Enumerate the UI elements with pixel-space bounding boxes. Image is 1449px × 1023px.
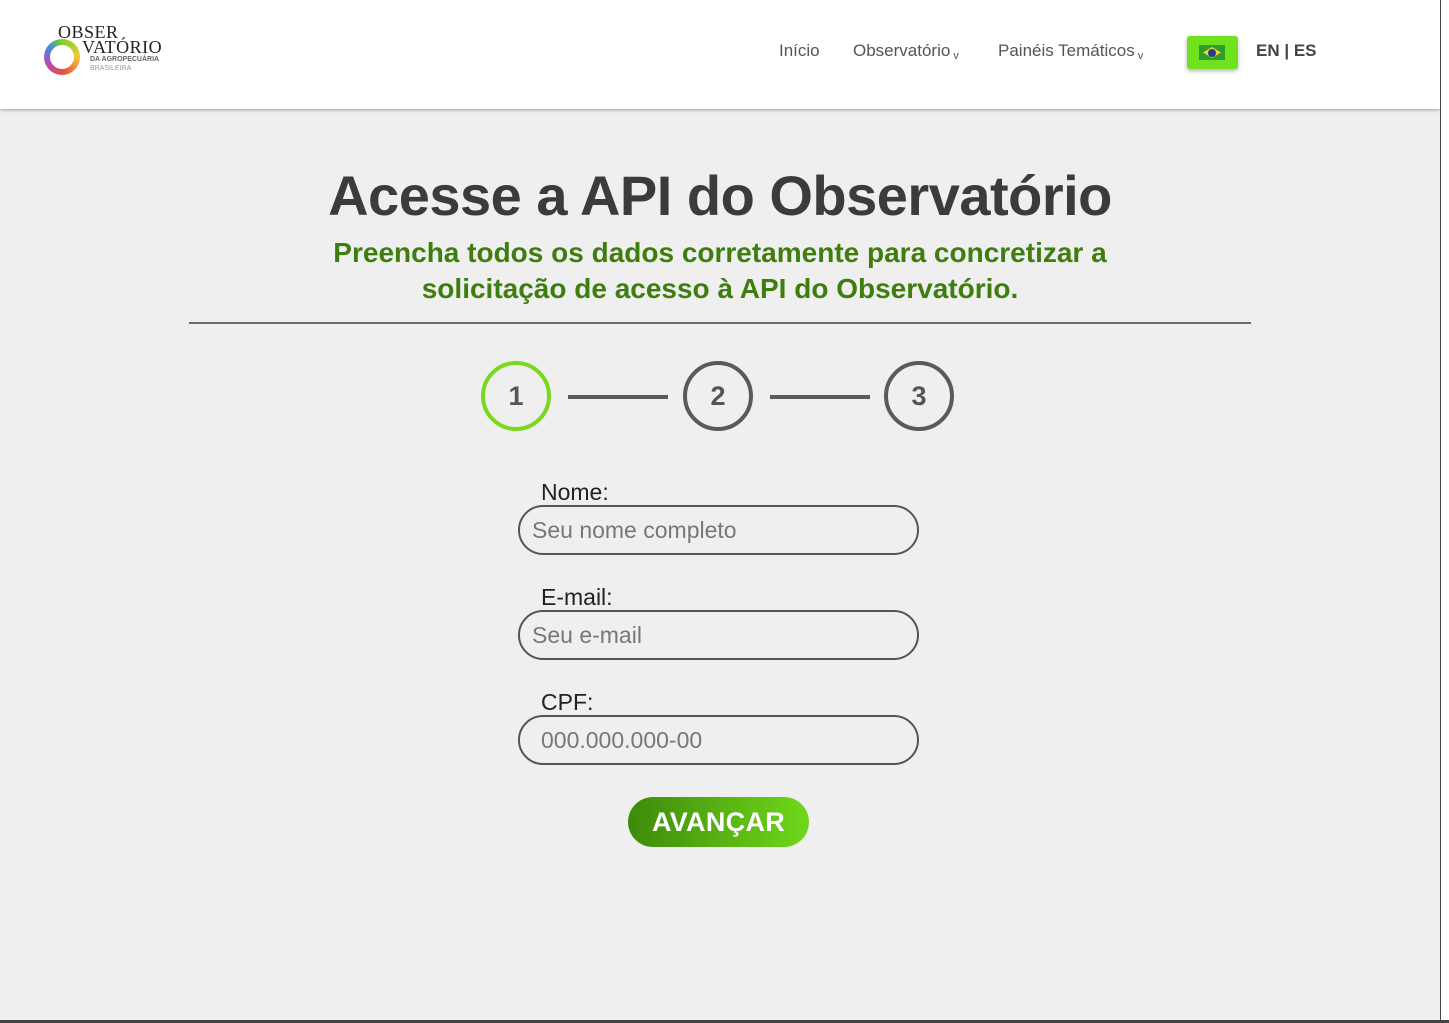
logo-text-line3: DA AGROPECUÁRIA	[90, 56, 160, 63]
name-field-label: Nome:	[541, 479, 609, 505]
language-portuguese-button[interactable]	[1187, 36, 1238, 69]
chevron-down-icon: v	[1137, 50, 1144, 62]
email-input[interactable]	[518, 610, 919, 660]
step-connector-1	[568, 395, 668, 399]
language-switch-en-es[interactable]: EN | ES	[1256, 41, 1317, 61]
nav-menu-observatorio-label: Observatório	[853, 41, 951, 60]
email-field-label: E-mail:	[541, 584, 613, 610]
step-1-indicator: 1	[481, 361, 551, 431]
step-connector-2	[770, 395, 870, 399]
page-title: Acesse a API do Observatório	[328, 164, 1112, 227]
top-navigation-bar: OBSER VATÓRIO DA AGROPECUÁRIA BRASILEIRA…	[0, 0, 1440, 109]
nav-menu-paineis-tematicos[interactable]: Painéis Temáticos v	[998, 41, 1143, 62]
nav-link-inicio[interactable]: Início	[779, 41, 820, 61]
logo-text-line4: BRASILEIRA	[90, 65, 132, 72]
page-subtitle: Preencha todos os dados corretamente par…	[333, 237, 1107, 304]
step-3-indicator: 3	[884, 361, 954, 431]
observatorio-logo[interactable]: OBSER VATÓRIO DA AGROPECUÁRIA BRASILEIRA	[42, 22, 192, 86]
name-input[interactable]	[518, 505, 919, 555]
cpf-field-label: CPF:	[541, 689, 594, 715]
chevron-down-icon: v	[953, 50, 959, 62]
nav-menu-observatorio[interactable]: Observatório v	[853, 41, 959, 62]
step-2-indicator: 2	[683, 361, 753, 431]
brazil-flag-icon	[1199, 45, 1225, 60]
logo-text-line2: VATÓRIO	[82, 37, 163, 57]
cpf-input[interactable]	[518, 715, 919, 765]
flag-globe	[1208, 48, 1216, 57]
section-divider	[189, 322, 1251, 324]
avancar-button[interactable]: AVANÇAR	[628, 797, 809, 847]
logo-ring-icon	[44, 39, 80, 75]
nav-menu-paineis-label: Painéis Temáticos	[998, 41, 1135, 60]
window-right-edge	[1440, 0, 1449, 1023]
